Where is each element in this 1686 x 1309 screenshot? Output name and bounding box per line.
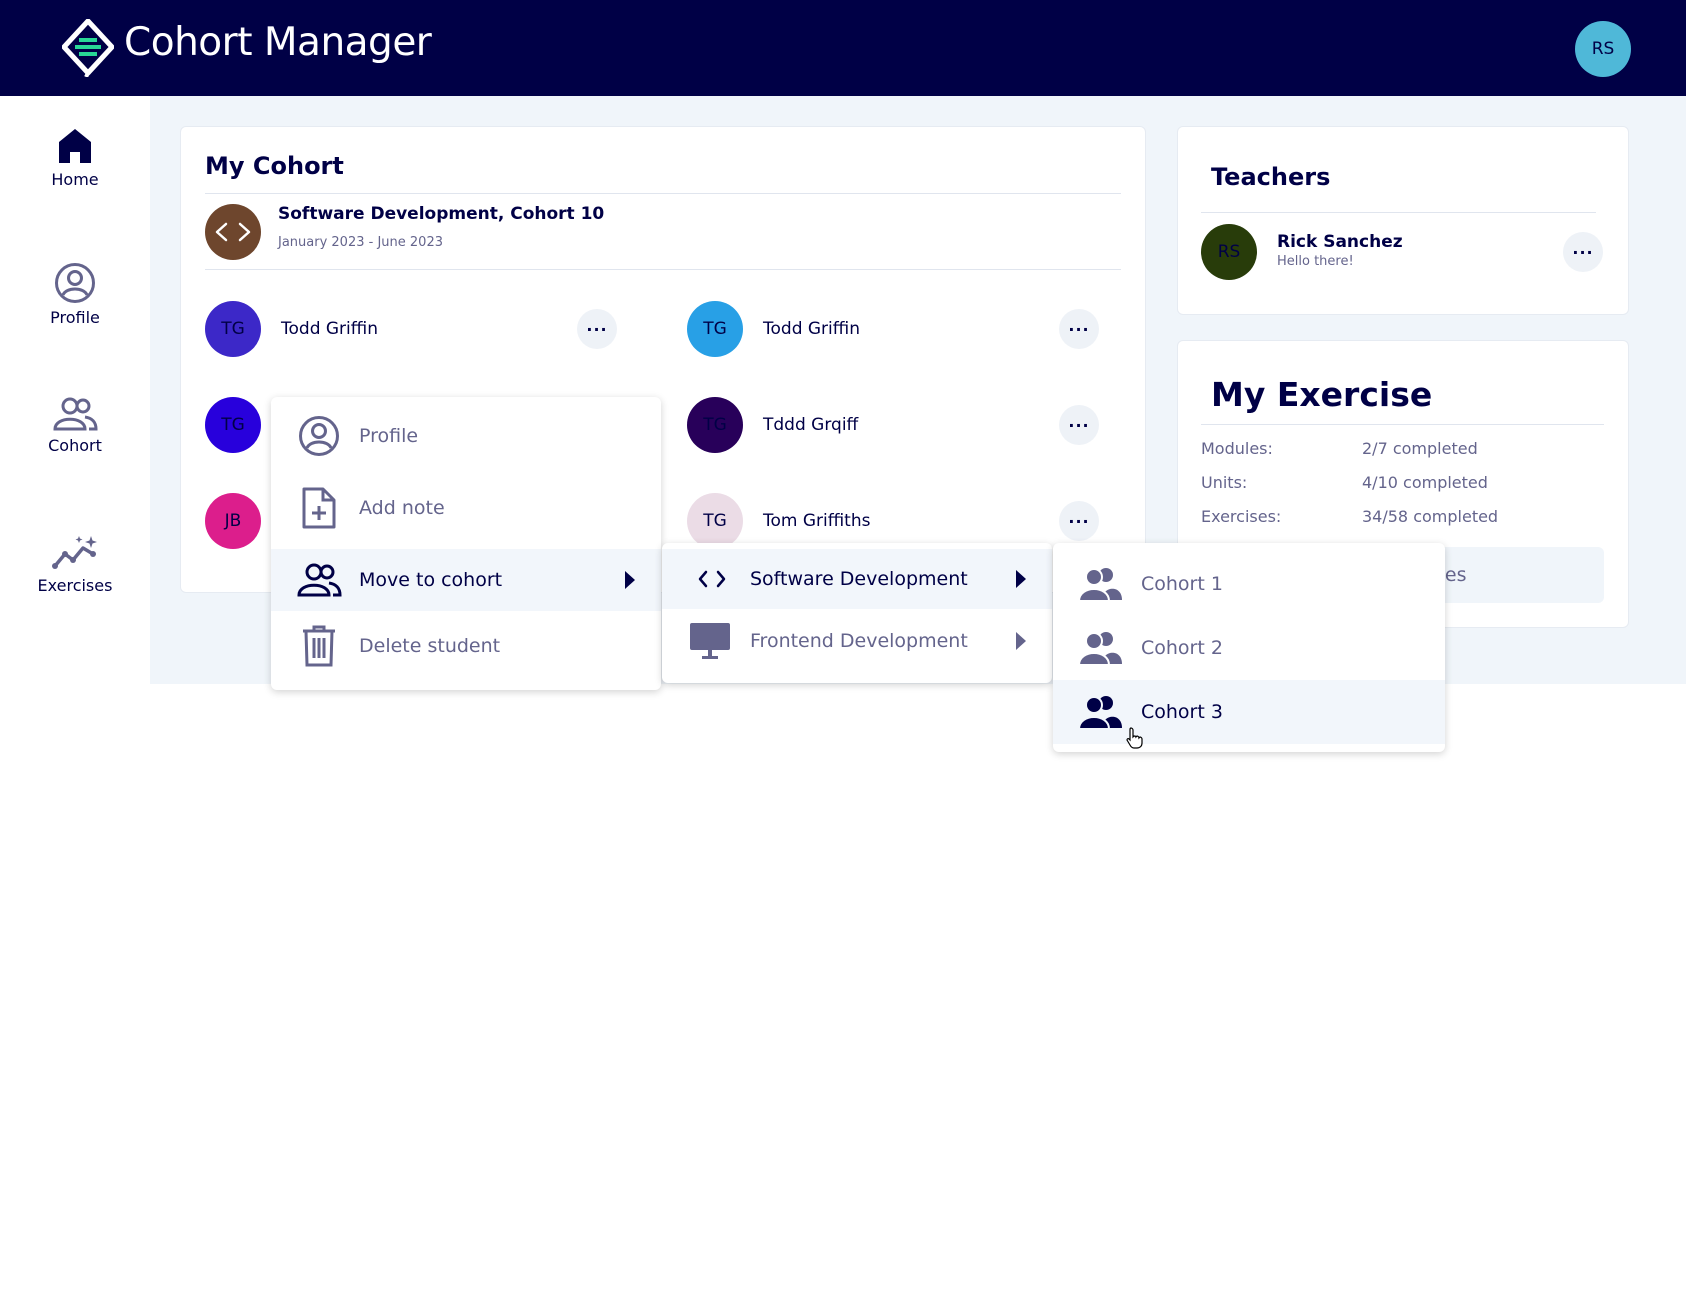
divider — [205, 193, 1121, 194]
student-context-menu: Profile Add note Move to cohort Delete s… — [271, 397, 661, 690]
student-name[interactable]: Tddd Grqiff — [763, 415, 858, 435]
menu-item-software-development[interactable]: Software Development — [662, 549, 1052, 609]
exercise-value: 4/10 completed — [1362, 473, 1488, 492]
course-submenu: Software Development Frontend Developmen… — [662, 543, 1052, 683]
teacher-name[interactable]: Rick Sanchez — [1277, 232, 1403, 252]
exercise-value: 2/7 completed — [1362, 439, 1478, 458]
menu-item-delete-student[interactable]: Delete student — [271, 615, 661, 677]
sidebar-item-exercises[interactable]: Exercises — [0, 534, 150, 595]
cohort-icon — [1078, 632, 1122, 666]
menu-item-add-note[interactable]: Add note — [271, 477, 661, 539]
monitor-icon — [690, 623, 730, 659]
student-avatar[interactable]: TG — [687, 493, 743, 549]
hand-cursor-icon — [1126, 727, 1143, 749]
exercise-label: Units: — [1201, 473, 1248, 492]
student-avatar[interactable]: TG — [205, 397, 261, 453]
exercise-label: Exercises: — [1201, 507, 1282, 526]
menu-item-cohort-1[interactable]: Cohort 1 — [1053, 553, 1445, 615]
sidebar-item-home[interactable]: Home — [0, 126, 150, 189]
sidebar: Home Profile Cohort Exercises — [0, 96, 150, 1309]
teacher-more-button[interactable]: ··· — [1563, 232, 1603, 272]
student-avatar[interactable]: TG — [205, 301, 261, 357]
menu-item-label: Move to cohort — [359, 569, 503, 591]
exercise-label: Modules: — [1201, 439, 1273, 458]
teacher-avatar[interactable]: RS — [1201, 224, 1257, 280]
divider — [205, 269, 1121, 270]
menu-item-cohort-2[interactable]: Cohort 2 — [1053, 617, 1445, 679]
app-header: Cohort Manager RS — [0, 0, 1686, 96]
exercises-icon — [52, 536, 97, 569]
chevron-right-icon — [625, 571, 635, 589]
student-avatar[interactable]: JB — [205, 493, 261, 549]
app-title: Cohort Manager — [124, 20, 432, 65]
exercise-value: 34/58 completed — [1362, 507, 1499, 526]
home-icon — [59, 129, 91, 163]
teacher-status: Hello there! — [1277, 254, 1354, 269]
student-more-button[interactable]: ··· — [1059, 309, 1099, 349]
menu-item-label: Delete student — [359, 635, 501, 657]
cohort-name: Software Development, Cohort 10 — [278, 204, 605, 224]
menu-item-label: Software Development — [750, 568, 968, 590]
student-avatar[interactable]: TG — [687, 301, 743, 357]
code-icon — [698, 570, 726, 588]
student-more-button[interactable]: ··· — [577, 309, 617, 349]
cohort-dates: January 2023 - June 2023 — [278, 235, 443, 250]
teachers-card — [1177, 126, 1629, 315]
menu-item-label: Frontend Development — [750, 630, 968, 652]
menu-item-label: Cohort 3 — [1141, 701, 1223, 723]
chevron-right-icon — [1016, 570, 1026, 588]
menu-item-cohort-3[interactable]: Cohort 3 — [1053, 680, 1445, 744]
profile-icon — [299, 416, 339, 456]
sidebar-item-profile[interactable]: Profile — [0, 262, 150, 327]
add-note-icon — [302, 487, 336, 529]
menu-item-label: Cohort 2 — [1141, 637, 1223, 659]
menu-item-label: Add note — [359, 497, 445, 519]
cohort-icon — [1078, 696, 1122, 730]
trash-icon — [303, 625, 335, 667]
sidebar-item-cohort[interactable]: Cohort — [0, 396, 150, 455]
student-name[interactable]: Todd Griffin — [763, 319, 860, 339]
cohort-submenu: Cohort 1 Cohort 2 Cohort 3 — [1053, 543, 1445, 752]
student-name[interactable]: Todd Griffin — [281, 319, 378, 339]
user-avatar[interactable]: RS — [1575, 21, 1631, 77]
cohort-icon — [1078, 568, 1122, 602]
menu-item-move-to-cohort[interactable]: Move to cohort — [271, 549, 661, 611]
chevron-right-icon — [1016, 632, 1026, 650]
student-more-button[interactable]: ··· — [1059, 405, 1099, 445]
student-avatar[interactable]: TG — [687, 397, 743, 453]
code-icon — [215, 222, 251, 242]
student-more-button[interactable]: ··· — [1059, 501, 1099, 541]
sidebar-item-label: Exercises — [37, 576, 113, 595]
student-name[interactable]: Tom Griffiths — [763, 511, 870, 531]
cohort-icon — [297, 563, 342, 597]
menu-item-label: Cohort 1 — [1141, 573, 1223, 595]
menu-item-frontend-development[interactable]: Frontend Development — [662, 611, 1052, 671]
cohort-icon — [53, 397, 98, 431]
card-title: My Cohort — [205, 152, 344, 180]
divider — [1201, 212, 1596, 213]
sidebar-item-label: Home — [51, 170, 99, 189]
card-title: My Exercise — [1211, 375, 1433, 414]
menu-item-profile[interactable]: Profile — [271, 405, 661, 467]
logo-icon[interactable] — [62, 19, 114, 77]
profile-icon — [55, 263, 95, 303]
menu-item-label: Profile — [359, 425, 419, 447]
divider — [1201, 424, 1604, 425]
sidebar-item-label: Profile — [50, 308, 100, 327]
card-title: Teachers — [1211, 163, 1331, 191]
cohort-avatar — [205, 204, 261, 260]
sidebar-item-label: Cohort — [48, 436, 102, 455]
